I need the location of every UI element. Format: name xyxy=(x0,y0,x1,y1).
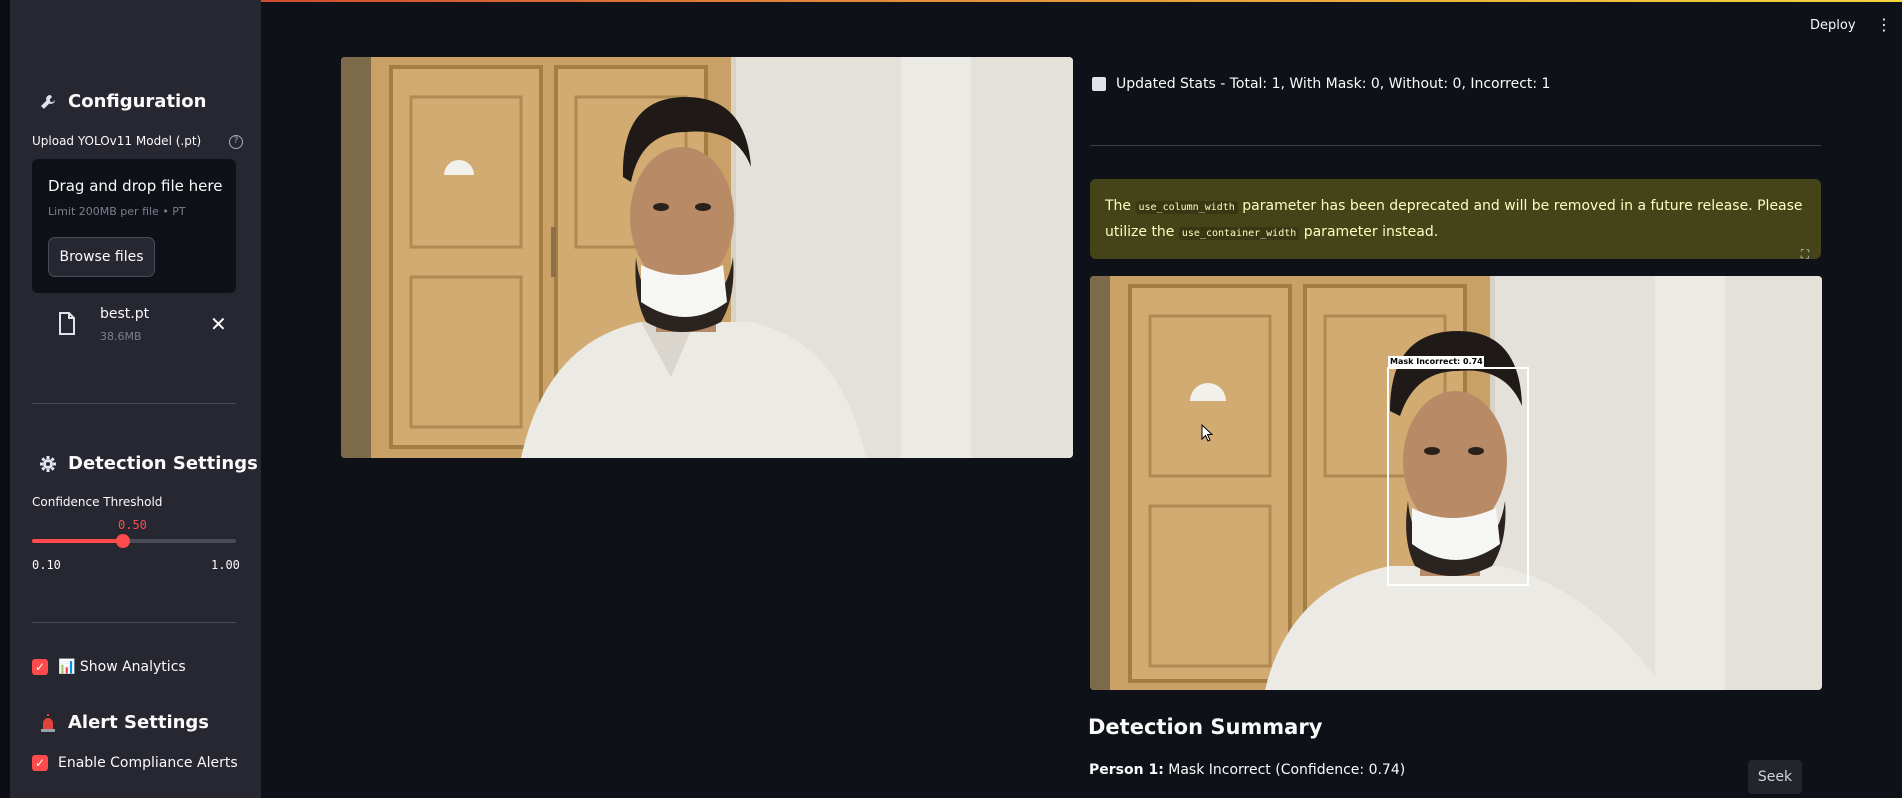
alert-settings-label: Alert Settings xyxy=(68,712,210,733)
detection-settings-label: Detection Settings xyxy=(68,453,258,474)
confidence-slider-value: 0.50 xyxy=(118,518,147,532)
configuration-heading: Configuration xyxy=(38,91,206,112)
siren-icon xyxy=(38,713,58,733)
file-dropzone[interactable]: Drag and drop file here Limit 200MB per … xyxy=(32,159,236,293)
file-icon xyxy=(59,312,75,335)
fullscreen-expand-icon[interactable]: ⛶ xyxy=(1798,247,1812,261)
stats-text: Updated Stats - Total: 1, With Mask: 0, … xyxy=(1116,76,1551,92)
slider-min-label: 0.10 xyxy=(32,558,61,572)
sidebar: Configuration Upload YOLOv11 Model (.pt)… xyxy=(0,0,261,798)
detection-settings-heading: Detection Settings xyxy=(38,453,258,474)
confidence-threshold-label: Confidence Threshold xyxy=(32,495,163,509)
checkbox-checked-icon[interactable]: ✓ xyxy=(32,659,48,675)
seek-button[interactable]: Seek xyxy=(1748,760,1802,794)
stats-line: Updated Stats - Total: 1, With Mask: 0, … xyxy=(1092,76,1550,92)
webcam-input-image xyxy=(341,57,1073,458)
chart-icon xyxy=(1092,77,1106,91)
detection-box-label: Mask Incorrect: 0.74 xyxy=(1390,357,1483,366)
confidence-slider-thumb[interactable] xyxy=(115,534,130,548)
alert-settings-heading: Alert Settings xyxy=(38,712,209,733)
enable-alerts-checkbox[interactable]: ✓ Enable Compliance Alerts xyxy=(32,755,238,771)
dropzone-subtitle: Limit 200MB per file • PT xyxy=(48,205,186,218)
wrench-icon xyxy=(38,92,58,112)
upload-model-label: Upload YOLOv11 Model (.pt) xyxy=(32,134,202,148)
top-decoration-bar xyxy=(0,0,1902,2)
deprecation-warning: The use_column_width parameter has been … xyxy=(1090,179,1821,259)
mouse-cursor-icon xyxy=(1201,424,1213,442)
warning-code-param: use_container_width xyxy=(1178,227,1300,240)
uploaded-file-name: best.pt xyxy=(100,306,150,322)
confidence-slider[interactable] xyxy=(32,534,236,548)
configuration-heading-label: Configuration xyxy=(68,91,207,112)
remove-file-close-icon[interactable]: ✕ xyxy=(210,314,227,334)
person-detail: Mask Incorrect (Confidence: 0.74) xyxy=(1168,762,1406,778)
dropzone-title: Drag and drop file here xyxy=(48,177,223,195)
show-analytics-label: 📊 Show Analytics xyxy=(58,659,186,675)
uploaded-file-size: 38.6MB xyxy=(100,330,142,343)
gear-icon xyxy=(38,454,58,474)
sidebar-divider xyxy=(32,403,236,404)
warning-text-post: parameter instead. xyxy=(1303,224,1439,240)
detection-summary-heading: Detection Summary xyxy=(1088,715,1323,739)
kebab-menu-icon[interactable]: ⋮ xyxy=(1876,16,1892,34)
show-analytics-checkbox[interactable]: ✓ 📊 Show Analytics xyxy=(32,659,186,675)
help-icon[interactable]: ? xyxy=(229,135,243,149)
browse-files-button[interactable]: Browse files xyxy=(48,237,155,277)
person-label: Person 1: xyxy=(1089,762,1164,778)
deploy-button[interactable]: Deploy xyxy=(1810,18,1856,33)
person-detection-line: Person 1: Mask Incorrect (Confidence: 0.… xyxy=(1089,762,1405,778)
detection-output-image: Mask Incorrect: 0.74 xyxy=(1090,276,1822,690)
sidebar-divider xyxy=(32,622,236,623)
main-divider xyxy=(1090,145,1821,146)
slider-max-label: 1.00 xyxy=(211,558,240,572)
confidence-slider-fill xyxy=(32,539,123,543)
warning-text-pre: The xyxy=(1105,198,1132,214)
enable-alerts-label: Enable Compliance Alerts xyxy=(58,755,238,771)
warning-code-param: use_column_width xyxy=(1135,201,1238,214)
checkbox-checked-icon[interactable]: ✓ xyxy=(32,755,48,771)
